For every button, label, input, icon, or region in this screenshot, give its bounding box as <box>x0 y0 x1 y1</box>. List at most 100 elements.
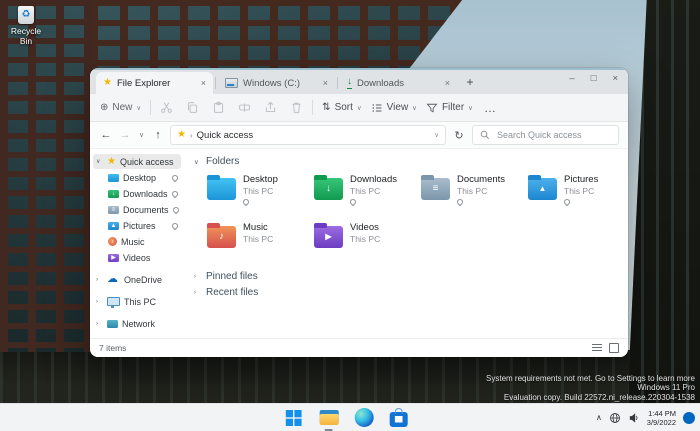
desktop-folder-icon <box>207 178 236 200</box>
edge-icon <box>354 408 373 427</box>
taskbar-store-button[interactable] <box>388 407 410 429</box>
folder-tile-downloads[interactable]: ↓ Downloads This PC <box>314 174 421 215</box>
sidebar-item-music[interactable]: ♪ Music <box>93 234 181 249</box>
address-bar[interactable]: ★ › Quick access ∨ <box>170 125 446 145</box>
tab-label: File Explorer <box>117 78 170 89</box>
chevron-right-icon[interactable]: › <box>96 277 103 283</box>
filter-button[interactable]: Filter ∨ <box>426 102 473 114</box>
filter-icon <box>426 102 438 114</box>
item-count: 7 items <box>99 343 126 353</box>
watermark-line: Evaluation copy. Build 22572.ni_release.… <box>486 393 695 403</box>
chevron-right-icon[interactable]: › <box>96 299 103 305</box>
microsoft-store-icon <box>390 412 408 427</box>
folder-tile-documents[interactable]: ≡ Documents This PC <box>421 174 528 215</box>
tab-close-icon[interactable]: × <box>201 78 206 88</box>
sidebar-item-quick-access[interactable]: ∨ ★ Quick access <box>93 154 181 169</box>
videos-folder-icon: ▶ <box>314 226 343 248</box>
sidebar-item-documents[interactable]: ≡ Documents <box>93 202 181 217</box>
watermark-line: Windows 11 Pro <box>486 383 695 393</box>
clock[interactable]: 1:44 PM 3/9/2022 <box>647 409 676 427</box>
details-view-icon[interactable] <box>592 344 602 352</box>
breadcrumb[interactable]: Quick access <box>197 130 254 141</box>
sidebar-item-downloads[interactable]: ↓ Downloads <box>93 186 181 201</box>
recycle-bin-shortcut[interactable]: ♻ Recycle Bin <box>4 6 48 46</box>
view-icon <box>371 102 383 114</box>
search-box[interactable] <box>472 125 619 145</box>
forward-button[interactable]: → <box>118 129 132 141</box>
minimize-button[interactable]: – <box>569 73 574 84</box>
new-button[interactable]: ⊕ New ∨ <box>100 102 141 113</box>
notification-badge[interactable] <box>683 412 695 424</box>
folder-tile-pictures[interactable]: ▲ Pictures This PC <box>528 174 628 215</box>
volume-icon[interactable] <box>628 412 640 424</box>
music-icon: ♪ <box>108 237 117 246</box>
folder-tile-music[interactable]: ♪ Music This PC <box>207 222 314 263</box>
tab-close-icon[interactable]: × <box>445 78 450 88</box>
taskbar-edge-button[interactable] <box>353 407 375 429</box>
search-input[interactable] <box>495 129 611 141</box>
folders-section-header[interactable]: ∨ Folders <box>194 154 618 169</box>
maximize-button[interactable]: □ <box>591 73 597 84</box>
pin-icon <box>172 173 178 183</box>
folder-tile-videos[interactable]: ▶ Videos This PC <box>314 222 421 263</box>
tab-close-icon[interactable]: × <box>323 78 328 88</box>
tab-file-explorer[interactable]: ★ File Explorer × <box>96 72 213 94</box>
share-icon[interactable] <box>264 101 277 114</box>
sidebar-item-this-pc[interactable]: › This PC <box>93 294 181 309</box>
large-icons-view-icon[interactable] <box>609 343 619 353</box>
pin-icon <box>172 189 178 199</box>
system-tray: ∧ 1:44 PM 3/9/2022 <box>596 404 695 431</box>
downloads-folder-icon: ↓ <box>314 178 343 200</box>
sort-button[interactable]: ⇅ Sort ∨ <box>322 102 362 113</box>
folder-location: This PC <box>243 234 273 245</box>
sidebar-item-pictures[interactable]: ▲ Pictures <box>93 218 181 233</box>
background-building-left-column <box>0 0 92 352</box>
recent-files-section-header[interactable]: › Recent files <box>194 285 618 300</box>
up-button[interactable]: ↑ <box>151 129 165 141</box>
sidebar-item-videos[interactable]: ▶ Videos <box>93 250 181 265</box>
breadcrumb-chevron: › <box>190 131 193 140</box>
new-tab-button[interactable]: + <box>461 73 479 91</box>
chevron-down-icon: ∨ <box>412 104 417 112</box>
section-label: Recent files <box>206 287 258 298</box>
start-button[interactable] <box>283 407 305 429</box>
view-button[interactable]: View ∨ <box>371 102 417 114</box>
sidebar-item-network[interactable]: › Network <box>93 316 181 331</box>
chevron-right-icon[interactable]: › <box>96 321 103 327</box>
cut-icon[interactable] <box>160 101 173 114</box>
sidebar-item-label: Documents <box>123 205 169 215</box>
tray-overflow-chevron-icon[interactable]: ∧ <box>596 414 602 422</box>
back-button[interactable]: ← <box>99 129 113 141</box>
folder-name: Downloads <box>350 174 397 186</box>
videos-icon: ▶ <box>108 254 119 262</box>
address-dropdown-chevron[interactable]: ∨ <box>434 131 439 139</box>
folder-tile-desktop[interactable]: Desktop This PC <box>207 174 314 215</box>
copy-icon[interactable] <box>186 101 199 114</box>
rename-icon[interactable] <box>238 101 251 114</box>
close-button[interactable]: × <box>612 73 618 84</box>
refresh-button[interactable]: ↻ <box>451 129 467 142</box>
sidebar-item-onedrive[interactable]: › ☁ OneDrive <box>93 272 181 287</box>
filter-label: Filter <box>442 102 464 113</box>
status-bar: 7 items <box>90 338 628 357</box>
address-row: ← → ∨ ↑ ★ › Quick access ∨ ↻ <box>90 122 628 149</box>
background-building-right <box>626 0 700 431</box>
pinned-files-section-header[interactable]: › Pinned files <box>194 269 618 284</box>
toolbar-divider <box>150 100 151 115</box>
network-icon[interactable] <box>609 412 621 424</box>
paste-icon[interactable] <box>212 101 225 114</box>
sidebar-item-desktop[interactable]: Desktop <box>93 170 181 185</box>
onedrive-cloud-icon: ☁ <box>107 274 120 285</box>
recent-locations-chevron[interactable]: ∨ <box>137 131 146 139</box>
downloads-folder-icon: ↓ <box>108 190 119 198</box>
drive-icon <box>225 78 238 88</box>
folders-grid: Desktop This PC ↓ Downloads This PC <box>207 174 618 263</box>
delete-icon[interactable] <box>290 101 303 114</box>
see-more-button[interactable]: … <box>484 101 497 115</box>
chevron-down-icon[interactable]: ∨ <box>96 158 103 165</box>
folder-name: Pictures <box>564 174 598 186</box>
taskbar-file-explorer-button[interactable] <box>318 407 340 429</box>
sidebar-item-label: Network <box>122 319 155 329</box>
tab-windows-c[interactable]: Windows (C:) × <box>218 72 335 94</box>
tab-downloads[interactable]: ↓ Downloads × <box>340 72 457 94</box>
